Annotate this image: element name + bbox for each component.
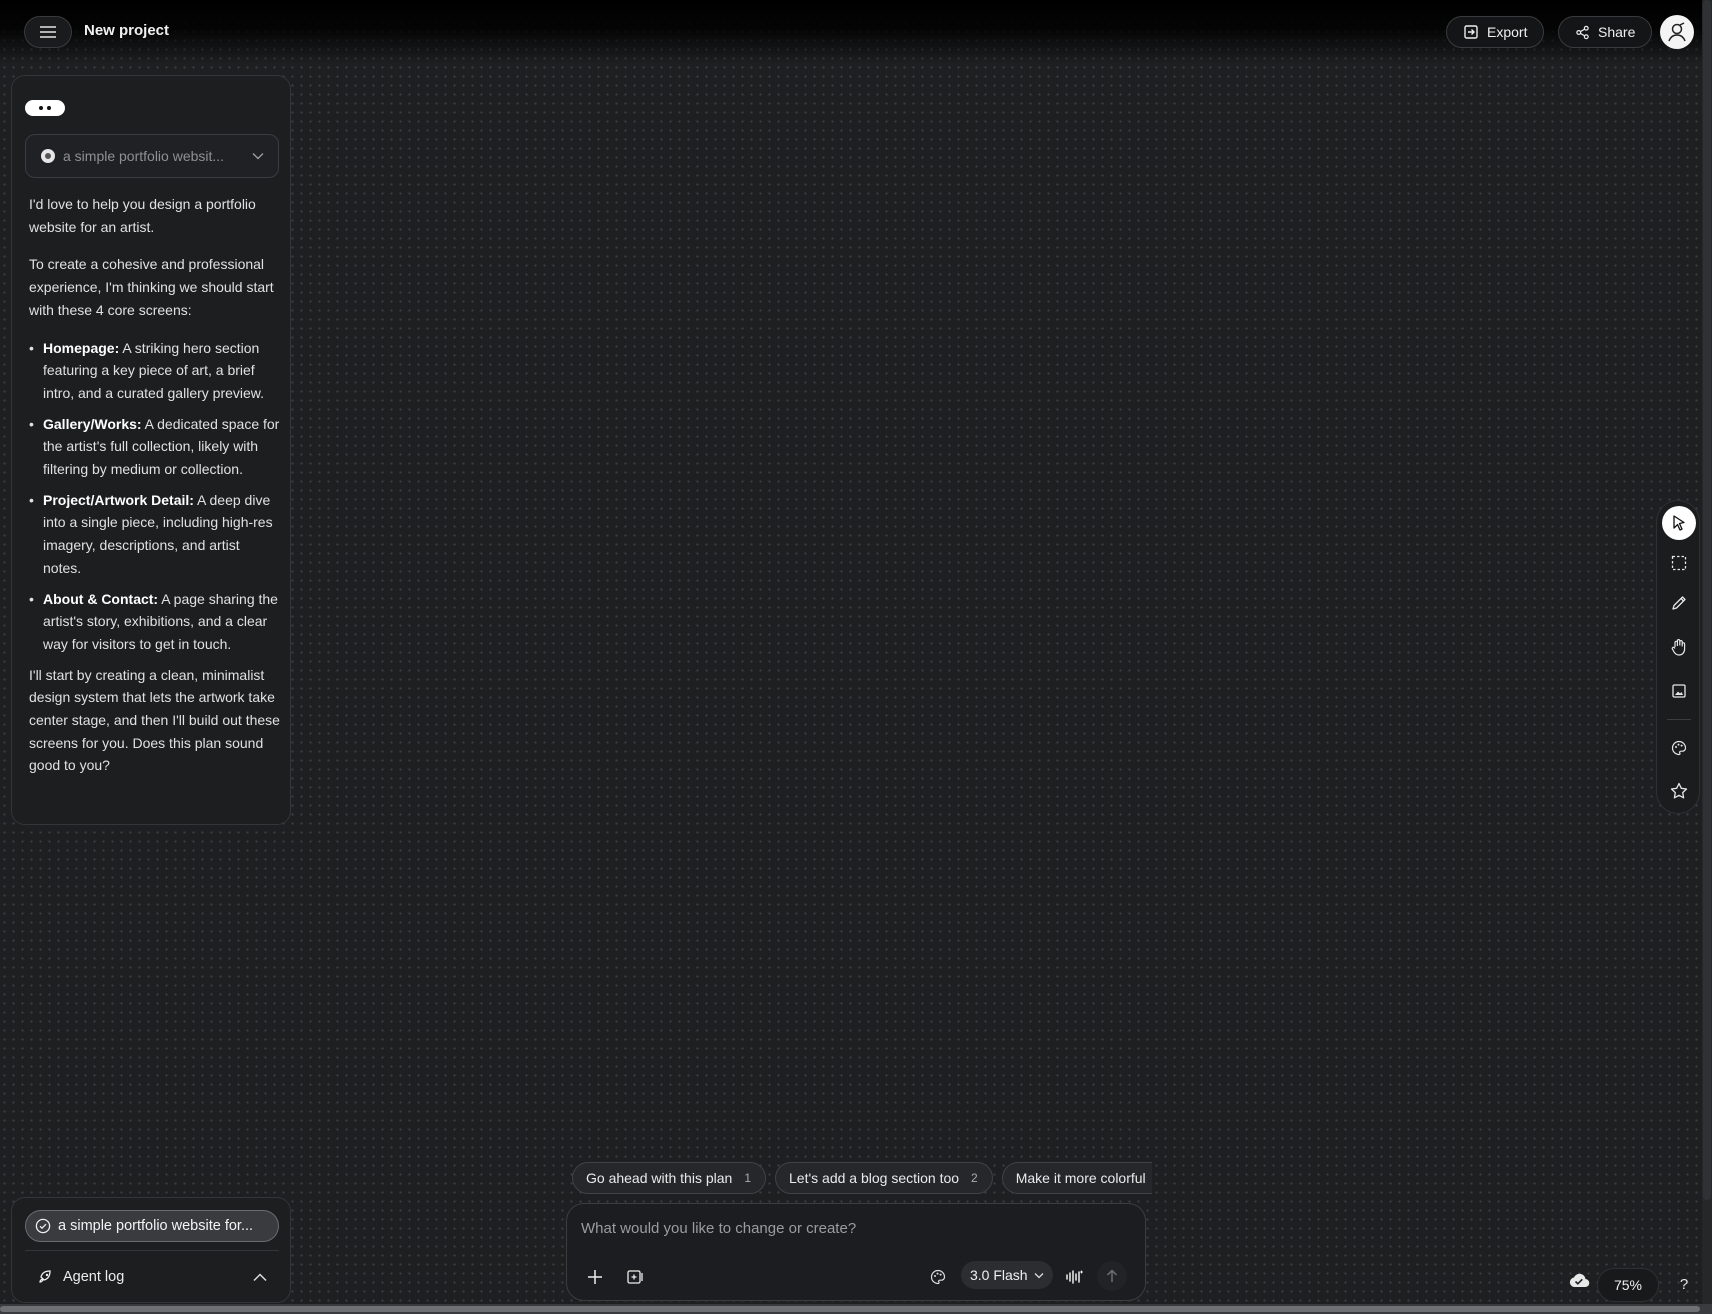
- palette-icon: [930, 1269, 946, 1285]
- voice-wave-icon: [1066, 1270, 1083, 1284]
- agent-log-label: Agent log: [63, 1269, 125, 1285]
- chevron-up-icon: [253, 1272, 267, 1281]
- task-panel: a simple portfolio website for... Agent …: [11, 1197, 291, 1303]
- help-icon: ?: [1679, 1275, 1689, 1293]
- suggestion-shortcut: 2: [971, 1171, 978, 1185]
- screen-item: Project/Artwork Detail: A deep dive into…: [29, 489, 281, 580]
- cloud-sync-icon: [1569, 1273, 1590, 1288]
- image-icon: [1672, 684, 1686, 698]
- zoom-level[interactable]: 75%: [1597, 1268, 1659, 1302]
- prompt-composer: 3.0 Flash: [566, 1203, 1146, 1301]
- suggestion-label: Go ahead with this plan: [586, 1170, 733, 1186]
- share-label: Share: [1598, 24, 1636, 40]
- user-avatar[interactable]: [1660, 15, 1694, 49]
- suggestion-more-colorful[interactable]: Make it more colorful: [1001, 1162, 1152, 1194]
- canvas-toolbar: [1656, 500, 1700, 814]
- hand-tool[interactable]: [1662, 630, 1696, 664]
- message-intro: I'd love to help you design a portfolio …: [29, 196, 256, 235]
- pencil-tool[interactable]: [1662, 586, 1696, 620]
- vertical-scrollbar[interactable]: [1702, 0, 1712, 1304]
- export-label: Export: [1487, 24, 1528, 40]
- plus-icon: [588, 1270, 602, 1284]
- screen-list: Homepage: A striking hero section featur…: [29, 337, 281, 656]
- share-icon: [1576, 25, 1589, 39]
- help-button[interactable]: ?: [1672, 1272, 1696, 1296]
- message-plan-intro: To create a cohesive and professional ex…: [29, 256, 274, 318]
- star-icon: [1670, 782, 1688, 799]
- suggestion-chips: Go ahead with this plan 1 Let's add a bl…: [572, 1162, 1152, 1194]
- cursor-icon: [1673, 515, 1685, 531]
- avatar-icon: [1668, 22, 1686, 42]
- suggestion-blog-section[interactable]: Let's add a blog section too 2: [775, 1162, 993, 1194]
- palette-icon: [1671, 740, 1687, 756]
- current-task-label: a simple portfolio website for...: [58, 1218, 254, 1234]
- suggestion-label: Let's add a blog section too: [789, 1170, 960, 1186]
- screen-item: About & Contact: A page sharing the arti…: [29, 588, 281, 656]
- suggestion-go-ahead[interactable]: Go ahead with this plan 1: [572, 1162, 767, 1194]
- add-button[interactable]: [579, 1261, 611, 1293]
- scrollbar-thumb[interactable]: [1703, 0, 1711, 1200]
- add-frame-icon: [627, 1270, 643, 1284]
- hand-icon: [1671, 639, 1686, 656]
- send-button[interactable]: [1097, 1261, 1127, 1291]
- check-circle-icon: [35, 1218, 51, 1234]
- horizontal-scrollbar[interactable]: [0, 1304, 1712, 1314]
- voice-button[interactable]: [1058, 1261, 1090, 1293]
- palette-tool[interactable]: [1662, 731, 1696, 765]
- add-screen-button[interactable]: [620, 1261, 652, 1293]
- agent-log-toggle[interactable]: Agent log: [25, 1258, 279, 1296]
- chat-panel: a simple portfolio websit... I'd love to…: [11, 75, 291, 825]
- context-label: a simple portfolio websit...: [63, 148, 225, 164]
- arrow-up-icon: [1106, 1269, 1118, 1282]
- menu-button[interactable]: [24, 16, 72, 48]
- model-label: 3.0 Flash: [970, 1267, 1028, 1283]
- image-tool[interactable]: [1662, 674, 1696, 708]
- prompt-input[interactable]: [581, 1216, 1121, 1240]
- divider: [25, 1250, 279, 1251]
- suggestion-shortcut: 1: [744, 1171, 752, 1185]
- project-icon: [41, 149, 55, 163]
- suggestion-label: Make it more colorful: [1015, 1170, 1146, 1186]
- current-task-chip[interactable]: a simple portfolio website for...: [25, 1210, 279, 1242]
- export-button[interactable]: Export: [1446, 16, 1545, 48]
- message-closing: I'll start by creating a clean, minimali…: [29, 666, 280, 774]
- rocket-icon: [39, 1270, 51, 1283]
- chevron-down-icon: [252, 153, 264, 160]
- pencil-icon: [1672, 596, 1686, 610]
- hamburger-icon: [40, 26, 56, 38]
- screen-item: Gallery/Works: A dedicated space for the…: [29, 413, 281, 481]
- export-icon: [1464, 25, 1478, 39]
- select-tool[interactable]: [1662, 506, 1696, 540]
- theme-button[interactable]: [922, 1261, 954, 1293]
- project-title[interactable]: New project: [84, 22, 169, 39]
- context-dropdown[interactable]: a simple portfolio websit...: [25, 134, 279, 178]
- share-button[interactable]: Share: [1558, 16, 1653, 48]
- marquee-select-icon: [1671, 555, 1687, 571]
- star-tool[interactable]: [1662, 774, 1696, 808]
- thinking-indicator[interactable]: [25, 100, 65, 116]
- model-selector[interactable]: 3.0 Flash: [961, 1261, 1053, 1289]
- scrollbar-thumb[interactable]: [0, 1306, 1700, 1312]
- toolbar-divider: [1667, 719, 1691, 720]
- assistant-message: I'd love to help you design a portfolio …: [29, 193, 281, 792]
- screen-item: Homepage: A striking hero section featur…: [29, 337, 281, 405]
- marquee-tool[interactable]: [1662, 546, 1696, 580]
- chevron-down-icon: [1034, 1272, 1044, 1278]
